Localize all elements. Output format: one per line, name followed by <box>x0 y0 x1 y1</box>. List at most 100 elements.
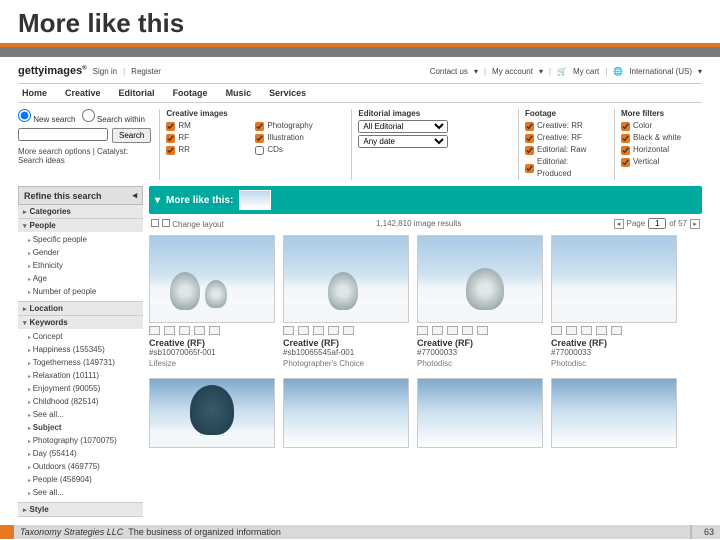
kw-enjoyment[interactable]: Enjoyment (90055) <box>28 383 139 396</box>
layout-icons[interactable] <box>151 219 170 227</box>
result-thumbnail[interactable] <box>417 378 543 448</box>
result-thumbnail[interactable] <box>149 378 275 448</box>
refine-sidebar: Refine this search◂ Categories People Sp… <box>18 186 143 517</box>
kw-seeall2[interactable]: See all... <box>28 487 139 500</box>
mlt-collapse-icon[interactable]: ▾ <box>155 195 160 206</box>
card-license: Creative (RF) <box>417 338 543 348</box>
card-license: Creative (RF) <box>149 338 275 348</box>
chk-photography[interactable]: Photography <box>255 120 337 132</box>
refine-location[interactable]: Location <box>18 302 143 315</box>
chk-horizontal[interactable]: Horizontal <box>621 144 696 156</box>
refine-categories[interactable]: Categories <box>18 205 143 218</box>
chk-rm[interactable]: RM <box>166 120 241 132</box>
kw-subject[interactable]: Subject <box>28 422 139 435</box>
gray-divider <box>0 47 720 57</box>
search-input[interactable] <box>18 128 108 141</box>
result-thumbnail[interactable] <box>551 378 677 448</box>
chk-color[interactable]: Color <box>621 120 696 132</box>
refine-people[interactable]: People <box>18 219 143 232</box>
more-like-this-bar: ▾ More like this: <box>149 186 702 214</box>
refine-specific-people[interactable]: Specific people <box>28 234 139 247</box>
result-thumbnail[interactable] <box>551 235 677 323</box>
chk-footage-raw[interactable]: Editorial: Raw <box>525 144 600 156</box>
card-license: Creative (RF) <box>551 338 677 348</box>
my-account-link[interactable]: My account <box>492 67 533 76</box>
kw-relaxation[interactable]: Relaxation (10111) <box>28 370 139 383</box>
refine-num-people[interactable]: Number of people <box>28 286 139 299</box>
contact-link[interactable]: Contact us <box>430 67 468 76</box>
pager-input[interactable] <box>648 218 666 229</box>
kw-people[interactable]: People (456904) <box>28 474 139 487</box>
kw-concept[interactable]: Concept <box>28 331 139 344</box>
slide-title: More like this <box>18 8 702 39</box>
card-action-icons[interactable] <box>551 326 677 335</box>
pager-prev[interactable]: ◂ <box>614 219 624 229</box>
kw-happiness[interactable]: Happiness (155345) <box>28 344 139 357</box>
pager-total: of 57 <box>669 219 687 228</box>
footer-tagline: The business of organized information <box>128 527 281 537</box>
card-action-icons[interactable] <box>149 326 275 335</box>
primary-nav: Home Creative Editorial Footage Music Se… <box>18 83 702 103</box>
more-search-options[interactable]: More search options | Catalyst: Search i… <box>18 147 151 165</box>
refine-ethnicity[interactable]: Ethnicity <box>28 260 139 273</box>
nav-creative[interactable]: Creative <box>61 88 105 98</box>
results-grid-row2 <box>149 378 702 448</box>
card-collection: Photodisc <box>551 359 677 368</box>
chk-vertical[interactable]: Vertical <box>621 156 696 168</box>
refine-header: Refine this search◂ <box>18 186 143 205</box>
chk-rr[interactable]: RR <box>166 144 241 156</box>
new-search-radio[interactable]: New search <box>18 115 75 124</box>
kw-seeall[interactable]: See all... <box>28 409 139 422</box>
search-panel: New search Search within Search More sea… <box>18 109 151 180</box>
locale-link[interactable]: International (US) <box>629 67 692 76</box>
chk-footage-rr[interactable]: Creative: RR <box>525 120 600 132</box>
chk-rf[interactable]: RF <box>166 132 241 144</box>
card-action-icons[interactable] <box>417 326 543 335</box>
filter-creative-types: Photography Illustration CDs <box>255 109 343 180</box>
search-within-radio[interactable]: Search within <box>82 115 145 124</box>
refine-style[interactable]: Style <box>18 503 143 516</box>
result-thumbnail[interactable] <box>283 235 409 323</box>
editorial-date-select[interactable]: Any date <box>358 135 448 148</box>
editorial-type-select[interactable]: All Editorial <box>358 120 448 133</box>
collapse-icon[interactable]: ◂ <box>132 190 137 201</box>
nav-footage[interactable]: Footage <box>169 88 212 98</box>
nav-services[interactable]: Services <box>265 88 310 98</box>
kw-photography[interactable]: Photography (1070075) <box>28 435 139 448</box>
kw-childhood[interactable]: Childhood (82514) <box>28 396 139 409</box>
chk-footage-produced[interactable]: Editorial: Produced <box>525 156 600 180</box>
refine-keywords[interactable]: Keywords <box>18 316 143 329</box>
chk-illustration[interactable]: Illustration <box>255 132 337 144</box>
chk-footage-rf[interactable]: Creative: RF <box>525 132 600 144</box>
signin-link[interactable]: Sign in <box>93 67 117 76</box>
kw-day[interactable]: Day (55414) <box>28 448 139 461</box>
my-cart-link[interactable]: My cart <box>573 67 599 76</box>
refine-age[interactable]: Age <box>28 273 139 286</box>
kw-outdoors[interactable]: Outdoors (469775) <box>28 461 139 474</box>
result-thumbnail[interactable] <box>283 378 409 448</box>
refine-gender[interactable]: Gender <box>28 247 139 260</box>
nav-editorial[interactable]: Editorial <box>115 88 159 98</box>
chk-cds[interactable]: CDs <box>255 144 337 156</box>
search-button[interactable]: Search <box>112 128 151 143</box>
card-collection: Photodisc <box>417 359 543 368</box>
register-link[interactable]: Register <box>131 67 161 76</box>
pager-next[interactable]: ▸ <box>690 219 700 229</box>
change-layout-label[interactable]: Change layout <box>172 220 224 229</box>
slide-footer: Taxonomy Strategies LLC The business of … <box>0 524 720 540</box>
nav-music[interactable]: Music <box>222 88 256 98</box>
mlt-seed-thumbnail[interactable] <box>239 190 271 210</box>
chk-bw[interactable]: Black & white <box>621 132 696 144</box>
screenshot-content: gettyimages® Sign in | Register Contact … <box>0 57 720 517</box>
slide-number: 63 <box>692 525 720 539</box>
result-thumbnail[interactable] <box>149 235 275 323</box>
card-collection: Photographer's Choice <box>283 359 409 368</box>
footer-company: Taxonomy Strategies LLC <box>20 527 123 537</box>
site-logo[interactable]: gettyimages® <box>18 65 87 77</box>
card-action-icons[interactable] <box>283 326 409 335</box>
cart-icon[interactable]: 🛒 <box>557 67 567 76</box>
nav-home[interactable]: Home <box>18 88 51 98</box>
result-thumbnail[interactable] <box>417 235 543 323</box>
kw-togetherness[interactable]: Togetherness (149731) <box>28 357 139 370</box>
globe-icon: 🌐 <box>613 67 623 76</box>
